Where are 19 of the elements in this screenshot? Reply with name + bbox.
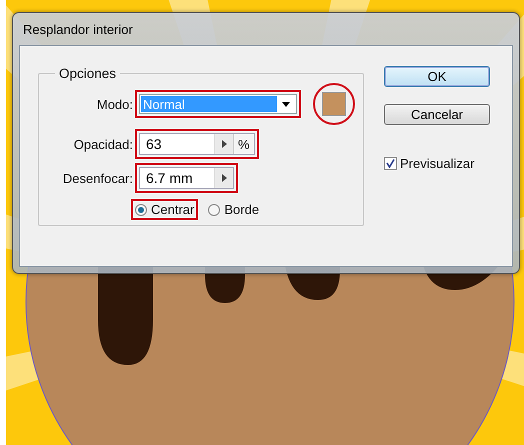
- caret-icon: [282, 102, 290, 106]
- blur-spinbox[interactable]: 6.7 mm: [139, 167, 234, 189]
- dialog-button[interactable]: OK: [384, 66, 490, 87]
- radio-option[interactable]: Centrar: [133, 201, 196, 218]
- arrow-right-icon[interactable]: [222, 174, 226, 182]
- checkbox[interactable]: [384, 157, 397, 170]
- opacity-spinbox[interactable]: 63 %: [139, 133, 255, 155]
- preview-label: Previsualizar: [400, 156, 474, 171]
- unit-label: %: [233, 134, 254, 154]
- opacity-label: Opacidad:: [72, 136, 134, 152]
- group-label: Opciones: [58, 66, 118, 81]
- color-swatch[interactable]: [322, 92, 346, 116]
- window-title: Resplandor interior: [23, 22, 133, 36]
- blur-label: Desenfocar:: [62, 170, 134, 186]
- arrow-right-icon[interactable]: [222, 140, 226, 148]
- mode-label: Modo:: [96, 96, 134, 112]
- radio-option[interactable]: Borde: [206, 201, 262, 218]
- checkmark-icon: [386, 159, 395, 168]
- dialog-button[interactable]: Cancelar: [384, 104, 490, 125]
